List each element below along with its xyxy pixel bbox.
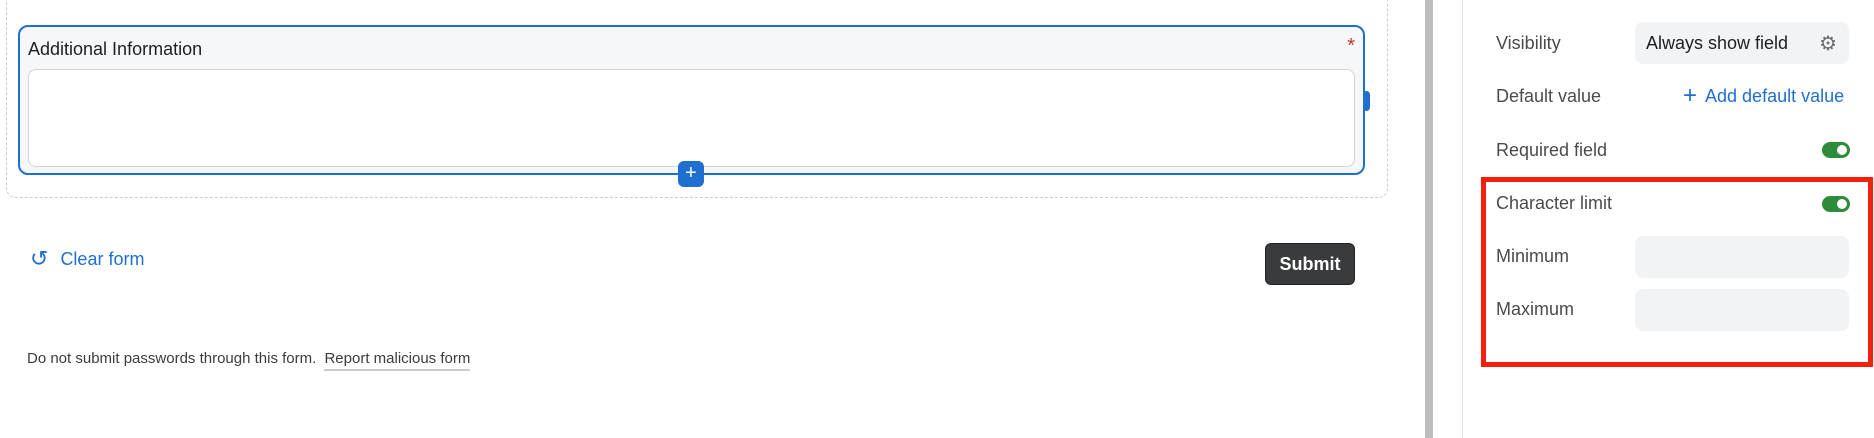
panel-divider[interactable] (1425, 0, 1433, 438)
form-canvas: ⌄ ⌄ Additional Information * + ↺ Clear f… (0, 0, 1425, 438)
plus-icon: + (1683, 82, 1698, 109)
footer-text: Do not submit passwords through this for… (27, 350, 317, 367)
visibility-label: Visibility (1496, 33, 1561, 53)
additional-information-field[interactable]: Additional Information * + (18, 25, 1370, 187)
character-limit-label: Character limit (1496, 193, 1613, 213)
minimum-input[interactable] (1635, 236, 1849, 278)
field-settings-panel: Visibility Always show field ⚙ Default v… (1463, 0, 1874, 438)
minimum-label: Minimum (1496, 246, 1570, 266)
add-field-button[interactable]: + (678, 161, 704, 187)
add-default-value-label: Add default value (1705, 85, 1845, 106)
visibility-value: Always show field (1646, 32, 1789, 53)
submit-button[interactable]: Submit (1265, 243, 1355, 285)
field-label: Additional Information (28, 39, 203, 59)
required-field-toggle[interactable] (1822, 142, 1850, 158)
report-malicious-link[interactable]: Report malicious form (324, 350, 471, 371)
clear-form-button[interactable]: ↺ Clear form (30, 248, 144, 270)
maximum-input[interactable] (1635, 289, 1849, 331)
undo-icon: ↺ (30, 246, 49, 271)
visibility-select[interactable]: Always show field ⚙ (1635, 22, 1849, 64)
default-value-label: Default value (1496, 86, 1602, 106)
gear-icon[interactable]: ⚙ (1819, 31, 1837, 56)
panel-gutter (1433, 0, 1463, 438)
resize-handle[interactable] (1363, 91, 1370, 111)
required-marker: * (1347, 35, 1355, 57)
required-field-label: Required field (1496, 140, 1608, 160)
maximum-label: Maximum (1496, 299, 1575, 319)
additional-information-textarea[interactable] (28, 69, 1355, 167)
form-footer: Do not submit passwords through this for… (27, 350, 471, 371)
add-default-value-button[interactable]: + Add default value (1683, 84, 1844, 108)
clear-form-label: Clear form (60, 248, 145, 269)
character-limit-toggle[interactable] (1822, 196, 1850, 212)
